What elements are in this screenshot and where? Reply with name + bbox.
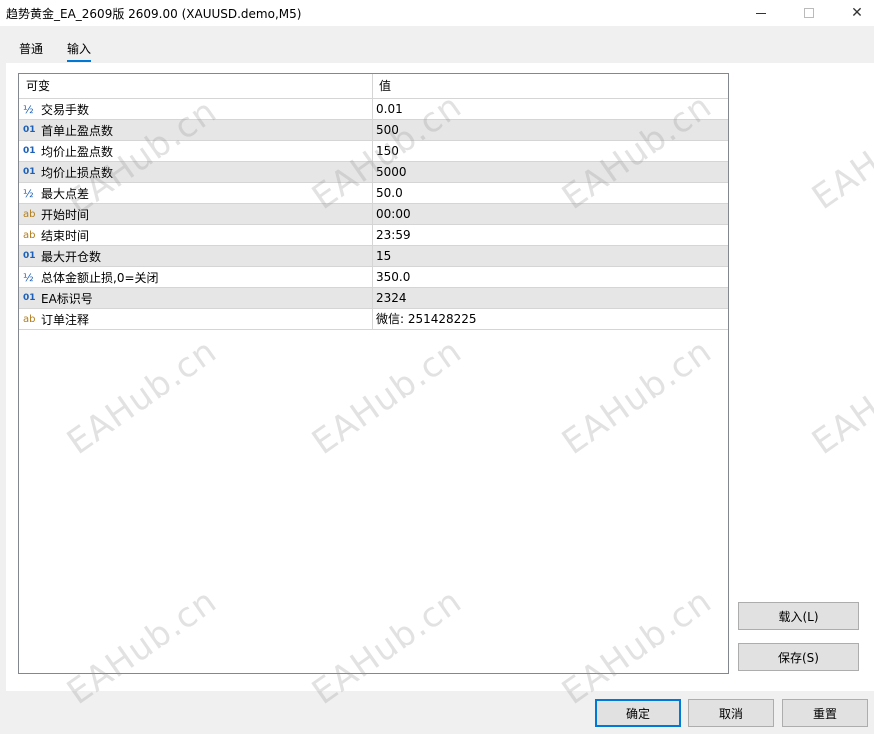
table-row[interactable]: 01 EA标识号 2324 xyxy=(19,288,728,309)
string-type-icon: ab xyxy=(23,208,36,220)
int-type-icon: 01 xyxy=(23,125,36,135)
variable-cell: ½ 最大点差 xyxy=(19,183,373,203)
value-cell[interactable]: 50.0 xyxy=(373,183,728,203)
variable-name: 均价止损点数 xyxy=(41,165,114,180)
minimize-button[interactable] xyxy=(738,0,784,26)
table-row[interactable]: ab 结束时间 23:59 xyxy=(19,225,728,246)
table-row[interactable]: 01 均价止损点数 5000 xyxy=(19,162,728,183)
header-variable[interactable]: 可变 xyxy=(19,74,373,99)
close-button[interactable]: ✕ xyxy=(834,0,874,26)
value-cell[interactable]: 23:59 xyxy=(373,225,728,245)
table-row[interactable]: 01 最大开仓数 15 xyxy=(19,246,728,267)
grid-rows: ½ 交易手数 0.01 01 首单止盈点数 500 01 均价止盈点数 150 01 均价止损点数 5… xyxy=(19,99,728,330)
value-cell[interactable]: 2324 xyxy=(373,288,728,308)
string-type-icon: ab xyxy=(23,229,36,241)
variable-name: 订单注释 xyxy=(41,312,90,327)
variable-cell: ½ 交易手数 xyxy=(19,99,373,119)
variable-cell: 01 EA标识号 xyxy=(19,288,373,308)
variable-cell: 01 均价止损点数 xyxy=(19,162,373,182)
table-row[interactable]: ½ 交易手数 0.01 xyxy=(19,99,728,120)
table-row[interactable]: ab 订单注释 微信: 251428225 xyxy=(19,309,728,330)
variable-cell: 01 最大开仓数 xyxy=(19,246,373,266)
value-cell[interactable]: 15 xyxy=(373,246,728,266)
double-type-icon: ½ xyxy=(23,102,34,116)
variable-cell: ab 订单注释 xyxy=(19,309,373,329)
variable-name: 总体金额止损,0=关闭 xyxy=(41,270,159,285)
value-cell[interactable]: 350.0 xyxy=(373,267,728,287)
variable-name: 最大点差 xyxy=(41,186,90,201)
variable-name: 交易手数 xyxy=(41,102,90,117)
variable-name: 结束时间 xyxy=(41,228,90,243)
variable-name: 均价止盈点数 xyxy=(41,144,114,159)
int-type-icon: 01 xyxy=(23,293,36,303)
window-title: 趋势黄金_EA_2609版 2609.00 (XAUUSD.demo,M5) xyxy=(6,7,302,21)
int-type-icon: 01 xyxy=(23,167,36,177)
value-cell[interactable]: 00:00 xyxy=(373,204,728,224)
save-button[interactable]: 保存(S) xyxy=(738,643,859,671)
value-cell[interactable]: 微信: 251428225 xyxy=(373,309,728,329)
variable-name: EA标识号 xyxy=(41,291,93,306)
header-value[interactable]: 值 xyxy=(373,74,728,99)
value-cell[interactable]: 0.01 xyxy=(373,99,728,119)
title-bar: 趋势黄金_EA_2609版 2609.00 (XAUUSD.demo,M5) ✕ xyxy=(0,0,874,26)
int-type-icon: 01 xyxy=(23,251,36,261)
value-cell[interactable]: 5000 xyxy=(373,162,728,182)
table-row[interactable]: 01 首单止盈点数 500 xyxy=(19,120,728,141)
variable-name: 开始时间 xyxy=(41,207,90,222)
int-type-icon: 01 xyxy=(23,146,36,156)
maximize-icon xyxy=(804,8,814,18)
inputs-grid[interactable]: 可变 值 ½ 交易手数 0.01 01 首单止盈点数 500 01 均价止盈点数 150 01 均价… xyxy=(18,73,729,674)
double-type-icon: ½ xyxy=(23,186,34,200)
close-icon: ✕ xyxy=(851,5,863,21)
variable-cell: ab 开始时间 xyxy=(19,204,373,224)
variable-name: 首单止盈点数 xyxy=(41,123,114,138)
grid-header: 可变 值 xyxy=(19,74,728,99)
variable-cell: ab 结束时间 xyxy=(19,225,373,245)
value-cell[interactable]: 150 xyxy=(373,141,728,161)
table-row[interactable]: ab 开始时间 00:00 xyxy=(19,204,728,225)
reset-button[interactable]: 重置 xyxy=(782,699,868,727)
variable-name: 最大开仓数 xyxy=(41,249,102,264)
load-button[interactable]: 载入(L) xyxy=(738,602,859,630)
string-type-icon: ab xyxy=(23,313,36,325)
cancel-button[interactable]: 取消 xyxy=(688,699,774,727)
table-row[interactable]: 01 均价止盈点数 150 xyxy=(19,141,728,162)
double-type-icon: ½ xyxy=(23,270,34,284)
variable-cell: 01 均价止盈点数 xyxy=(19,141,373,161)
variable-cell: ½ 总体金额止损,0=关闭 xyxy=(19,267,373,287)
minimize-icon xyxy=(756,12,766,14)
variable-cell: 01 首单止盈点数 xyxy=(19,120,373,140)
value-cell[interactable]: 500 xyxy=(373,120,728,140)
table-row[interactable]: ½ 总体金额止损,0=关闭 350.0 xyxy=(19,267,728,288)
table-row[interactable]: ½ 最大点差 50.0 xyxy=(19,183,728,204)
ok-button[interactable]: 确定 xyxy=(595,699,681,727)
maximize-button[interactable] xyxy=(786,0,832,26)
tab-strip: 普通 输入 xyxy=(0,36,874,66)
tab-general[interactable]: 普通 xyxy=(19,40,43,60)
tab-inputs[interactable]: 输入 xyxy=(67,40,92,62)
